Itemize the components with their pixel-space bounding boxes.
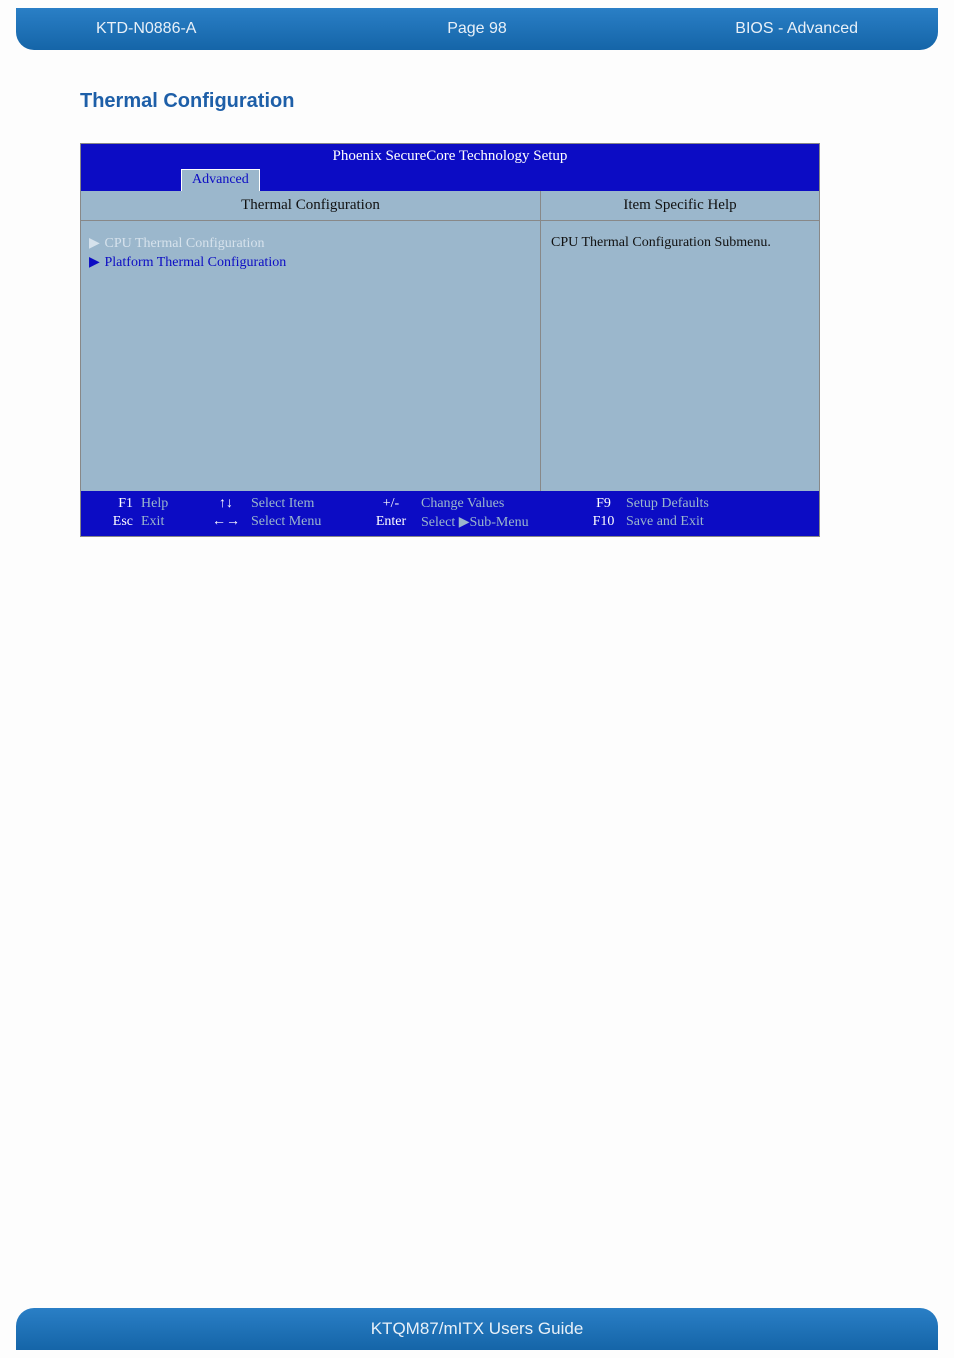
- key-esc: Esc: [81, 514, 141, 531]
- bios-menu-pane: ▶ CPU Thermal Configuration ▶ Platform T…: [81, 221, 541, 491]
- section-label: BIOS - Advanced: [604, 20, 918, 38]
- submenu-arrow-icon: ▶: [89, 254, 101, 271]
- bios-screenshot: Phoenix SecureCore Technology Setup Adva…: [80, 143, 820, 537]
- key-enter: Enter: [361, 514, 421, 531]
- submenu-arrow-icon: ▶: [89, 235, 101, 252]
- key-f10-label: Save and Exit: [626, 514, 819, 531]
- key-f9: F9: [581, 496, 626, 512]
- doc-id: KTD-N0886-A: [36, 20, 350, 38]
- page-footer: KTQM87/mITX Users Guide: [16, 1308, 938, 1350]
- key-esc-label: Exit: [141, 514, 201, 531]
- tab-spacer: [260, 169, 819, 191]
- section-title: Thermal Configuration: [80, 90, 874, 113]
- key-leftright: ←→: [201, 514, 251, 531]
- key-leftright-label: Select Menu: [251, 514, 361, 531]
- bios-footer: F1 Help ↑↓ Select Item +/- Change Values…: [81, 491, 819, 536]
- key-f1-label: Help: [141, 496, 201, 512]
- key-updown: ↑↓: [201, 496, 251, 512]
- tab-spacer: [81, 169, 181, 191]
- bios-pane-headers: Thermal Configuration Item Specific Help: [81, 191, 819, 221]
- key-f1: F1: [81, 496, 141, 512]
- right-pane-header: Item Specific Help: [541, 191, 819, 220]
- key-updown-label: Select Item: [251, 496, 361, 512]
- page-number: Page 98: [350, 20, 604, 38]
- bios-tabs: Advanced: [81, 169, 819, 191]
- menu-item-label: CPU Thermal Configuration: [105, 236, 265, 251]
- help-text: CPU Thermal Configuration Submenu.: [551, 235, 771, 250]
- bios-title: Phoenix SecureCore Technology Setup: [81, 144, 819, 169]
- key-f9-label: Setup Defaults: [626, 496, 819, 512]
- menu-item-cpu-thermal[interactable]: ▶ CPU Thermal Configuration: [89, 235, 532, 252]
- key-enter-label: Select ▶Sub-Menu: [421, 514, 581, 531]
- menu-item-platform-thermal[interactable]: ▶ Platform Thermal Configuration: [89, 254, 532, 271]
- footer-row-2: Esc Exit ←→ Select Menu Enter Select ▶Su…: [81, 513, 819, 532]
- menu-item-label: Platform Thermal Configuration: [105, 255, 287, 270]
- footer-text: KTQM87/mITX Users Guide: [371, 1319, 584, 1339]
- content-area: Thermal Configuration Phoenix SecureCore…: [0, 50, 954, 537]
- page-header: KTD-N0886-A Page 98 BIOS - Advanced: [16, 8, 938, 50]
- key-f10: F10: [581, 514, 626, 531]
- tab-advanced[interactable]: Advanced: [181, 169, 260, 191]
- key-plusminus: +/-: [361, 496, 421, 512]
- bios-body: ▶ CPU Thermal Configuration ▶ Platform T…: [81, 221, 819, 491]
- key-plusminus-label: Change Values: [421, 496, 581, 512]
- footer-row-1: F1 Help ↑↓ Select Item +/- Change Values…: [81, 495, 819, 513]
- bios-help-pane: CPU Thermal Configuration Submenu.: [541, 221, 819, 491]
- left-pane-header: Thermal Configuration: [81, 191, 541, 220]
